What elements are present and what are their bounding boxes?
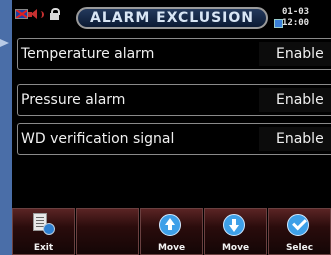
alarm-value: Enable [276, 92, 324, 108]
arrow-down-icon [223, 214, 245, 236]
alarm-row-temperature[interactable]: Temperature alarm Enable [17, 38, 331, 70]
uk-flag-icon[interactable] [15, 9, 28, 19]
alarm-label: Temperature alarm [21, 46, 155, 62]
lock-icon[interactable] [50, 8, 60, 20]
select-button[interactable]: Selec [268, 208, 331, 255]
checkmark-icon [287, 214, 309, 236]
status-bar: ALARM EXCLUSION 01-03 12:00 [12, 0, 331, 34]
date-text: 01-03 [282, 7, 310, 17]
button-bar: Exit Move Move Selec [12, 208, 331, 255]
move-up-button[interactable]: Move [140, 208, 203, 255]
alarm-row-wd-verification[interactable]: WD verification signal Enable [17, 123, 331, 155]
page-title: ALARM EXCLUSION [76, 7, 268, 29]
date-time-display: 01-03 12:00 [274, 7, 331, 31]
speaker-icon[interactable] [28, 9, 44, 20]
alarm-value: Enable [276, 46, 324, 62]
move-down-button[interactable]: Move [204, 208, 267, 255]
arrow-up-icon [159, 214, 181, 236]
alarm-label: WD verification signal [21, 131, 175, 147]
device-screen: ALARM EXCLUSION 01-03 12:00 Temperature … [12, 0, 331, 255]
alarm-value: Enable [276, 131, 324, 147]
empty-button-1[interactable] [76, 208, 139, 255]
exit-label: Exit [33, 243, 54, 253]
select-label: Selec [285, 243, 314, 253]
alarm-row-pressure[interactable]: Pressure alarm Enable [17, 84, 331, 116]
move-down-label: Move [221, 243, 250, 253]
move-up-label: Move [157, 243, 186, 253]
exit-arrow-icon [43, 223, 55, 235]
alarm-label: Pressure alarm [21, 92, 126, 108]
time-text: 12:00 [282, 18, 310, 28]
exit-button[interactable]: Exit [12, 208, 75, 255]
bezel-pointer-arrow [0, 39, 9, 47]
